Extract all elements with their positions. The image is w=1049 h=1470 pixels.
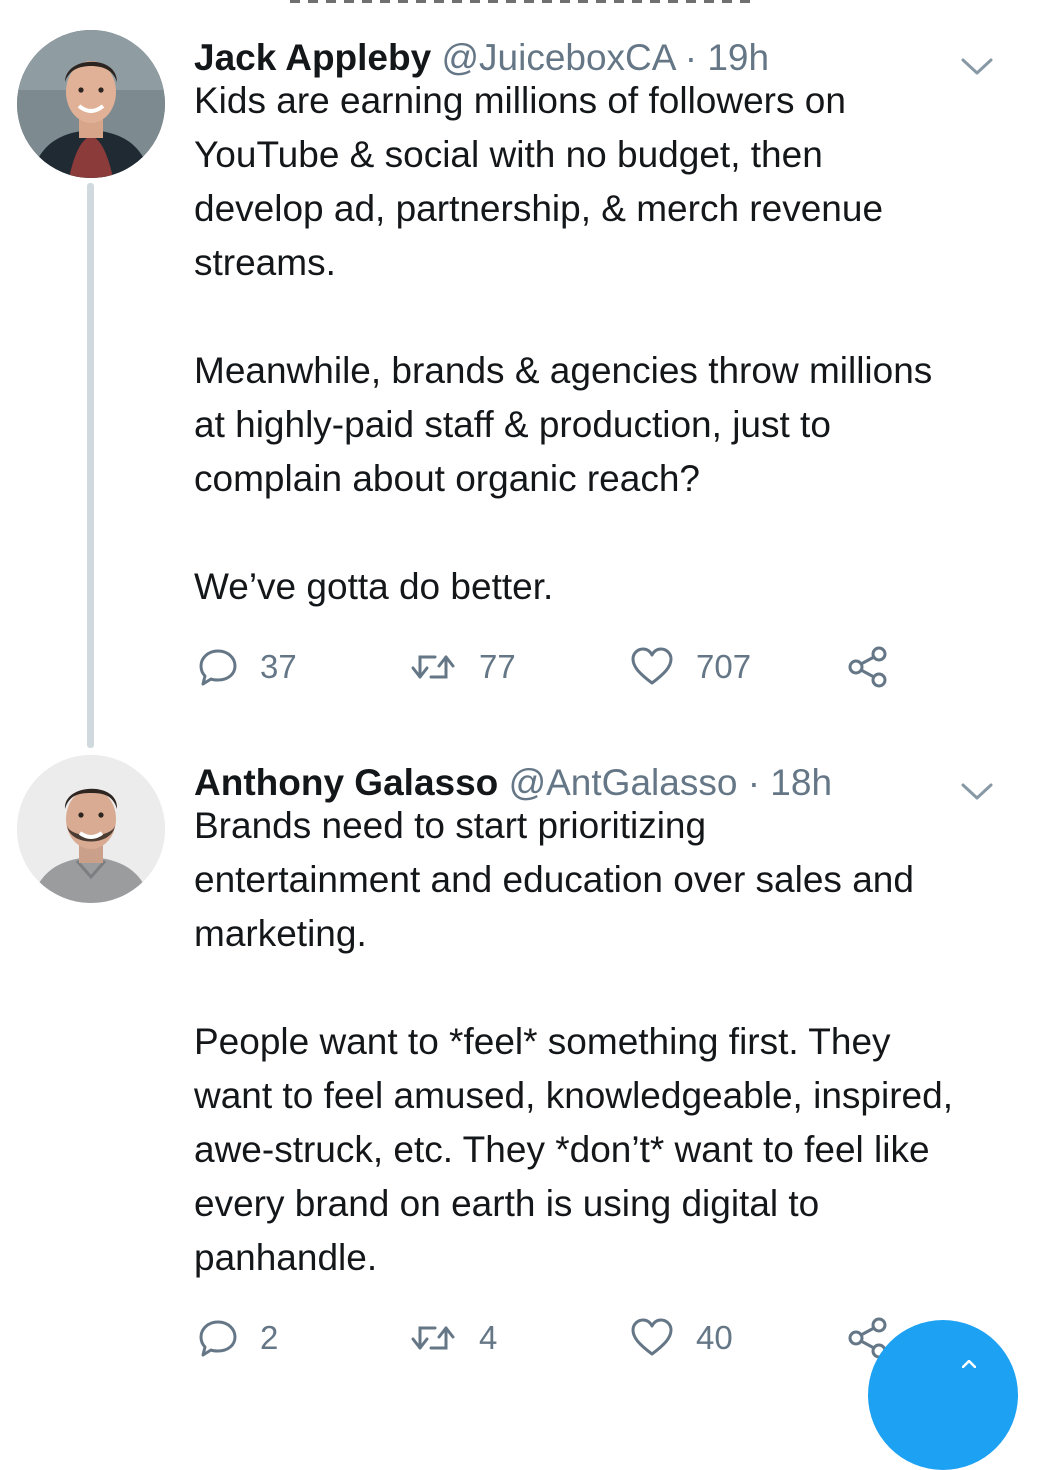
tweet-text: Kids are earning millions of followers o… xyxy=(194,80,884,283)
retweet-count: 4 xyxy=(479,1319,498,1356)
handle[interactable]: @AntGalasso xyxy=(509,762,738,803)
like-button[interactable]: 40 xyxy=(630,1313,733,1363)
reply-icon xyxy=(199,649,237,686)
handle[interactable]: @JuiceboxCA xyxy=(441,37,674,78)
avatar[interactable] xyxy=(17,30,165,178)
retweet-icon xyxy=(411,655,455,679)
separator: · xyxy=(684,37,698,78)
retweet-count: 77 xyxy=(479,648,516,685)
thread-connector xyxy=(87,183,94,748)
tweet-anthony-galasso[interactable]: Anthony Galasso @AntGalasso · 18h Brands… xyxy=(0,735,1049,1375)
timestamp[interactable]: 18h xyxy=(770,762,832,803)
retweet-icon xyxy=(411,1326,455,1350)
clipped-previous-text xyxy=(290,0,750,3)
reply-count: 2 xyxy=(260,1319,279,1356)
retweet-button[interactable]: 77 xyxy=(409,642,516,692)
share-icon xyxy=(848,646,887,688)
avatar[interactable] xyxy=(17,755,165,903)
reply-count: 37 xyxy=(260,648,297,685)
like-count: 40 xyxy=(696,1319,733,1356)
retweet-button[interactable]: 4 xyxy=(409,1313,497,1363)
tweet-actions: 2 4 40 xyxy=(194,1313,914,1363)
like-icon xyxy=(631,1318,673,1356)
tweet-jack-appleby[interactable]: Jack Appleby @JuiceboxCA · 19h Kids are … xyxy=(0,10,1049,740)
like-button[interactable]: 707 xyxy=(630,642,751,692)
share-button[interactable] xyxy=(846,642,890,692)
display-name[interactable]: Jack Appleby xyxy=(194,37,431,78)
compose-icon xyxy=(962,1360,976,1368)
tweet-text: People want to *feel* something first. T… xyxy=(194,1021,953,1278)
separator: · xyxy=(747,762,761,803)
tweet-text: Meanwhile, brands & agencies throw milli… xyxy=(194,350,933,499)
reply-button[interactable]: 2 xyxy=(198,1313,278,1363)
like-count: 707 xyxy=(696,648,752,685)
tweet-actions: 37 77 707 xyxy=(194,642,914,692)
tweet-text: Brands need to start prioritizing entert… xyxy=(194,805,914,954)
timestamp[interactable]: 19h xyxy=(707,37,769,78)
tweet-text: We’ve gotta do better. xyxy=(194,566,554,607)
like-icon xyxy=(631,647,673,685)
compose-tweet-button[interactable] xyxy=(868,1320,1018,1470)
display-name[interactable]: Anthony Galasso xyxy=(194,762,498,803)
reply-icon xyxy=(199,1320,237,1357)
reply-button[interactable]: 37 xyxy=(198,642,297,692)
